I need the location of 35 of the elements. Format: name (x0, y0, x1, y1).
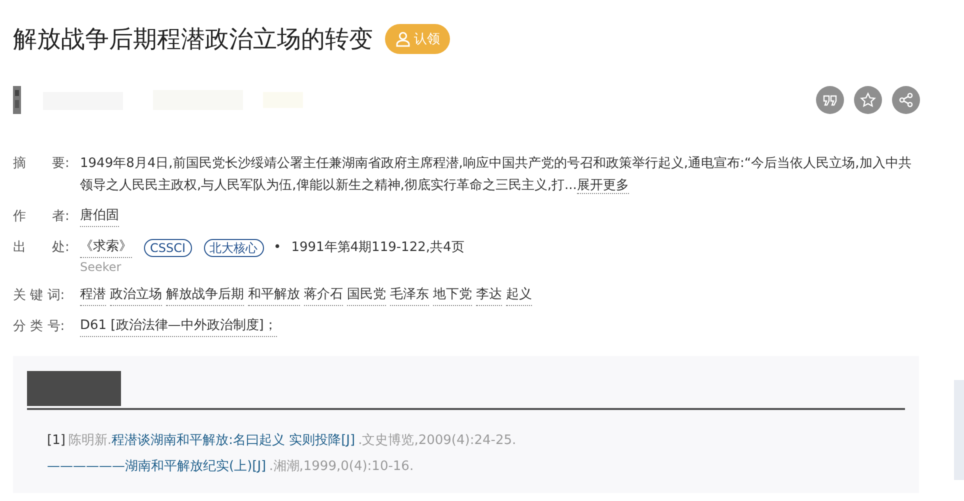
journal-link[interactable]: 《求索》 (80, 237, 132, 258)
reference-title-link[interactable]: ——————湖南和平解放纪实(上)[J] (47, 459, 266, 474)
abstract-text: 1949年8月4日,前国民党长沙绥靖公署主任兼湖南省政府主席程潜,响应中国共产党的号召和政策举行起义,通电宣布:“今后当依人民立场,加入中共领导之人民民主政权,与人民军队为伍,俾能以新生之精神,彻底实行革命之三民主义,打...展开更多 (80, 155, 912, 196)
field-label: 出 处: (13, 239, 70, 257)
field-link[interactable]: 解放战争后期 (166, 285, 244, 306)
reference-title-link[interactable]: 程潜谈湖南和平解放:名曰起义 实则投降[J] (112, 433, 356, 448)
reference-author: 陈明新. (68, 433, 112, 448)
reference-source: .文史博览,2009(4):24-25. (358, 433, 516, 448)
expand-link[interactable]: 展开更多 (576, 178, 629, 194)
bullet-dot: • (274, 238, 282, 256)
field-label: 分 类 号: (13, 318, 66, 336)
field-link[interactable]: 政治立场 (110, 285, 162, 306)
field-link[interactable]: D61 [政治法律—中外政治制度]； (80, 316, 277, 337)
index-tag: CSSCI (144, 238, 192, 256)
field-link[interactable]: 和平解放 (248, 285, 300, 306)
reference-source: .湘潮,1999,0(4):10-16. (269, 459, 414, 474)
field-link[interactable]: 毛泽东 (390, 285, 429, 306)
index-tag: 北大核心 (204, 238, 264, 256)
issue-text: 1991年第4期119-122,共4页 (291, 238, 464, 256)
field-link[interactable]: 唐伯固 (80, 206, 119, 227)
field-link[interactable]: 蒋介石 (304, 285, 343, 306)
user-icon (395, 31, 411, 47)
share-icon[interactable] (892, 86, 920, 114)
article-title: 解放战争后期程潜政治立场的转变 (13, 24, 373, 55)
field-link[interactable]: 国民党 (347, 285, 386, 306)
field-link[interactable]: 地下党 (433, 285, 472, 306)
field-link[interactable]: 程潜 (80, 285, 106, 306)
reference-index: [1] (47, 433, 66, 448)
field-link[interactable]: 起义 (506, 285, 532, 306)
field-label: 摘 要: (13, 155, 70, 173)
quote-icon[interactable] (816, 86, 844, 114)
field-link[interactable]: 李达 (476, 285, 502, 306)
journal-english-name: Seeker (80, 259, 122, 276)
field-label: 作 者: (13, 208, 70, 226)
field-label: 关 键 词: (13, 287, 66, 305)
